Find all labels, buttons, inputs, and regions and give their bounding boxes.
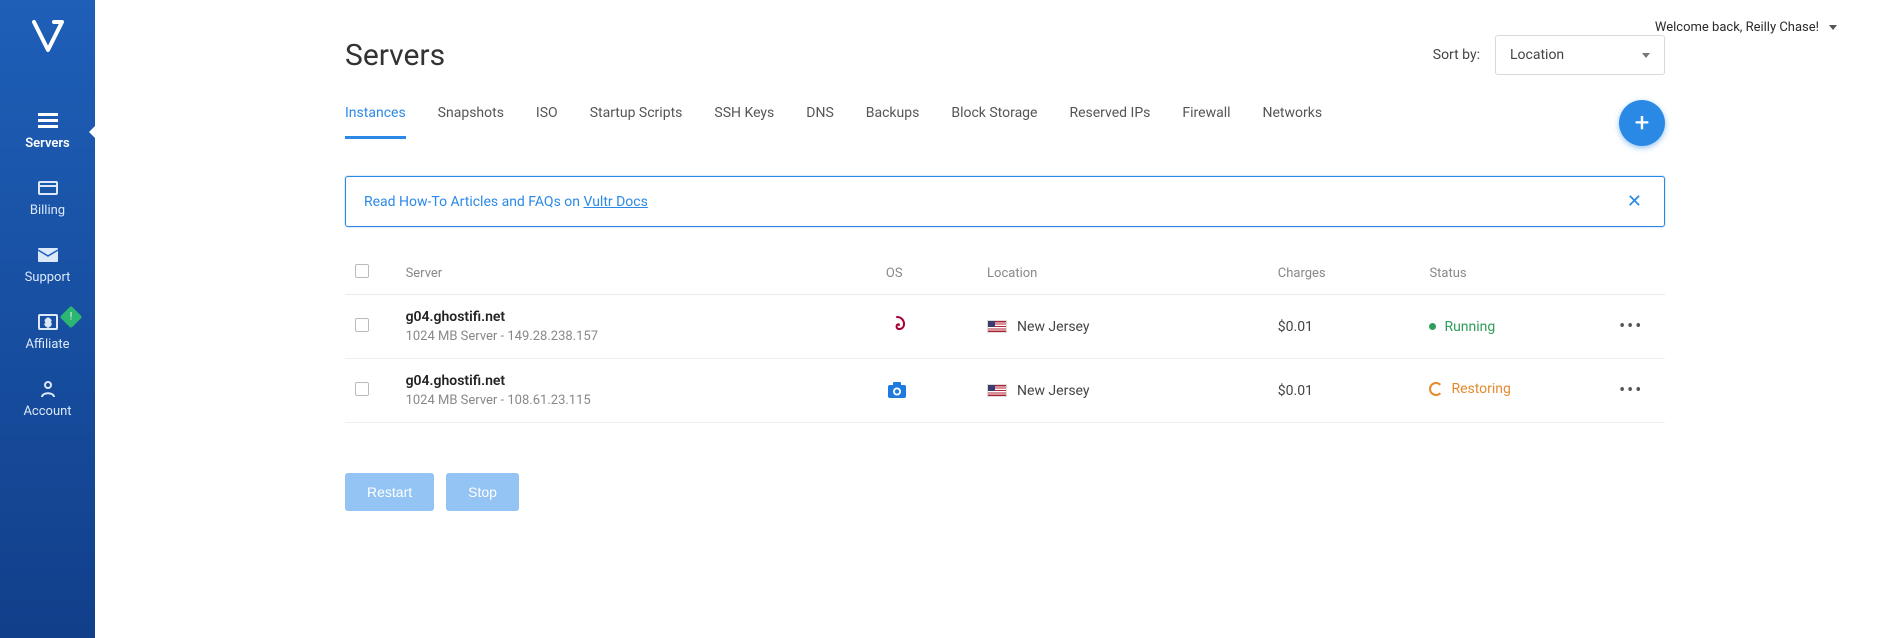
sidebar-item-label: Account xyxy=(23,404,71,419)
banner-link[interactable]: Vultr Docs xyxy=(583,194,647,210)
sidebar-item-billing[interactable]: Billing xyxy=(0,165,95,232)
sidebar-item-label: Affiliate xyxy=(25,337,69,352)
servers-icon xyxy=(37,112,59,130)
flag-us-icon xyxy=(987,320,1007,333)
flag-us-icon xyxy=(987,384,1007,397)
server-sub: 1024 MB Server - 149.28.238.157 xyxy=(406,329,866,344)
tab-instances[interactable]: Instances xyxy=(345,105,406,139)
status-restoring: Restoring xyxy=(1429,381,1510,397)
server-name: g04.ghostifi.net xyxy=(406,373,866,389)
page-title: Servers xyxy=(345,38,445,73)
sidebar-item-label: Support xyxy=(25,270,71,285)
sort-value: Location xyxy=(1510,47,1564,63)
os-icon xyxy=(886,314,908,336)
stop-button[interactable]: Stop xyxy=(446,473,519,511)
sort-select[interactable]: Location xyxy=(1495,35,1665,75)
col-charges: Charges xyxy=(1268,252,1420,295)
location-text: New Jersey xyxy=(1017,383,1089,399)
servers-table: Server OS Location Charges Status g04.gh… xyxy=(345,252,1665,423)
status-running: Running xyxy=(1429,319,1495,335)
welcome-text: Welcome back, Reilly Chase! xyxy=(1655,20,1819,35)
select-all-checkbox[interactable] xyxy=(355,264,369,278)
sidebar-item-affiliate[interactable]: $ Affiliate xyxy=(0,299,95,366)
row-actions-menu[interactable]: ••• xyxy=(1619,380,1643,401)
tab-ssh-keys[interactable]: SSH Keys xyxy=(714,105,774,139)
action-bar: Restart Stop xyxy=(345,473,1665,511)
tab-firewall[interactable]: Firewall xyxy=(1182,105,1230,139)
col-status: Status xyxy=(1419,252,1609,295)
sort-wrap: Sort by: Location xyxy=(1433,35,1665,75)
row-checkbox[interactable] xyxy=(355,382,369,396)
tab-iso[interactable]: ISO xyxy=(536,105,558,139)
sidebar-item-label: Servers xyxy=(25,136,70,151)
sort-label: Sort by: xyxy=(1433,47,1480,63)
sidebar-item-label: Billing xyxy=(30,203,65,218)
main: Welcome back, Reilly Chase! Servers Sort… xyxy=(95,0,1877,638)
tab-startup-scripts[interactable]: Startup Scripts xyxy=(590,105,683,139)
banner-text: Read How-To Articles and FAQs on Vultr D… xyxy=(364,194,648,210)
sidebar-item-support[interactable]: Support xyxy=(0,232,95,299)
table-row[interactable]: g04.ghostifi.net 1024 MB Server - 108.61.… xyxy=(345,359,1665,423)
col-os: OS xyxy=(876,252,977,295)
charges: $0.01 xyxy=(1268,359,1420,423)
location-text: New Jersey xyxy=(1017,319,1089,335)
chevron-down-icon xyxy=(1642,53,1650,58)
sidebar-item-servers[interactable]: Servers xyxy=(0,98,95,165)
affiliate-icon: $ xyxy=(37,313,59,331)
tab-block-storage[interactable]: Block Storage xyxy=(951,105,1037,139)
sidebar-item-account[interactable]: Account xyxy=(0,366,95,433)
affiliate-alert-badge xyxy=(60,306,83,329)
server-sub: 1024 MB Server - 108.61.23.115 xyxy=(406,393,866,408)
spinner-icon xyxy=(1429,382,1443,396)
tab-networks[interactable]: Networks xyxy=(1263,105,1323,139)
add-button[interactable]: + xyxy=(1619,100,1665,146)
tab-backups[interactable]: Backups xyxy=(866,105,920,139)
account-icon xyxy=(37,380,59,398)
row-actions-menu[interactable]: ••• xyxy=(1619,316,1643,337)
svg-text:$: $ xyxy=(45,318,51,329)
support-icon xyxy=(37,246,59,264)
row-checkbox[interactable] xyxy=(355,318,369,332)
os-icon xyxy=(886,379,908,401)
col-server: Server xyxy=(396,252,876,295)
tab-snapshots[interactable]: Snapshots xyxy=(438,105,504,139)
charges: $0.01 xyxy=(1268,295,1420,359)
logo xyxy=(30,18,66,68)
server-name: g04.ghostifi.net xyxy=(406,309,866,325)
tab-reserved-ips[interactable]: Reserved IPs xyxy=(1069,105,1150,139)
tabs: Instances Snapshots ISO Startup Scripts SSH … xyxy=(345,105,1322,140)
billing-icon xyxy=(37,179,59,197)
col-location: Location xyxy=(977,252,1268,295)
close-icon[interactable]: ✕ xyxy=(1623,191,1646,212)
user-menu-caret[interactable] xyxy=(1829,25,1837,30)
table-row[interactable]: g04.ghostifi.net 1024 MB Server - 149.28.… xyxy=(345,295,1665,359)
tab-dns[interactable]: DNS xyxy=(806,105,834,139)
sidebar: Servers Billing Support $ Affiliate xyxy=(0,0,95,638)
info-banner: Read How-To Articles and FAQs on Vultr D… xyxy=(345,176,1665,227)
restart-button[interactable]: Restart xyxy=(345,473,434,511)
